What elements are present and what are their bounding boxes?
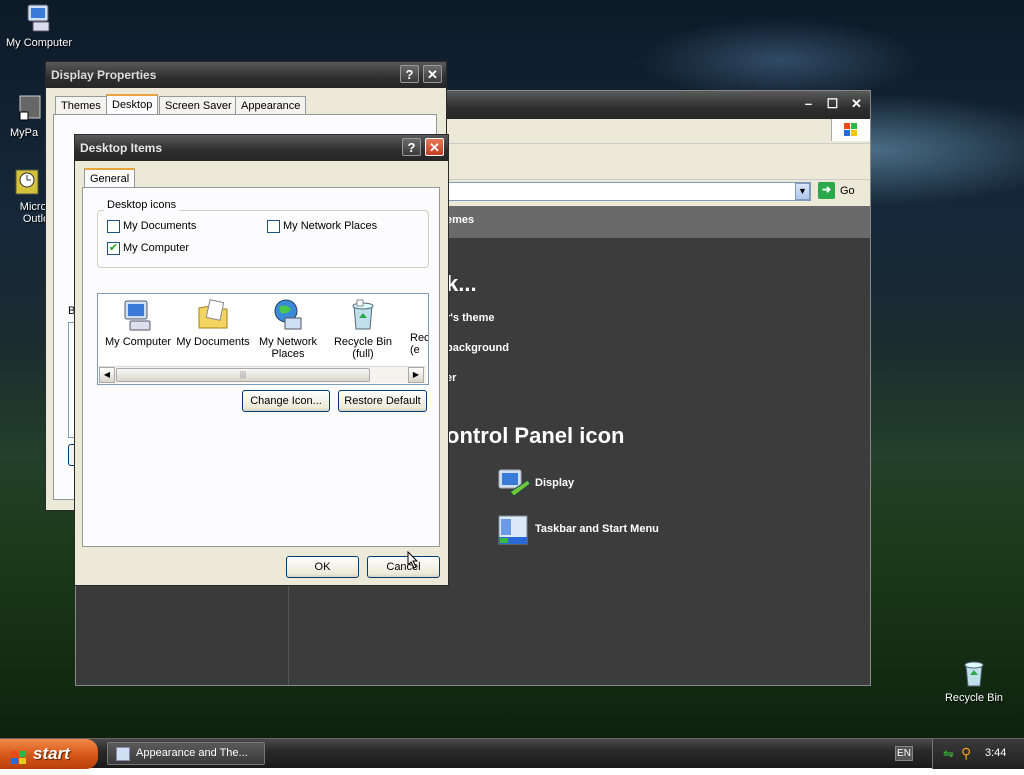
ok-button[interactable]: OK (286, 556, 359, 578)
desktop-icons-group-label: Desktop icons (104, 199, 180, 211)
horizontal-scrollbar[interactable]: ◀ ||| ▶ (98, 366, 426, 383)
search-tray-icon[interactable]: ⚲ (961, 746, 975, 760)
system-tray: ⇋ ⚲ 3:44 (932, 739, 1024, 769)
desktop: My Computer MyPa Micros Outlo Recycle Bi… (0, 0, 1024, 738)
desktop-icon-my-computer[interactable]: My Computer (0, 2, 79, 49)
close-button[interactable]: ✕ (423, 65, 442, 83)
my-documents-icon (196, 298, 230, 332)
language-indicator[interactable]: EN (895, 746, 913, 761)
list-item[interactable]: My Documents (175, 298, 251, 348)
my-documents-checkbox-label[interactable]: My Documents (123, 220, 196, 232)
recycle-bin-empty-icon (400, 298, 428, 332)
scroll-left-button[interactable]: ◀ (99, 367, 115, 383)
list-item[interactable]: Recycle Bin (full) (325, 298, 401, 360)
list-item[interactable]: Rec (e (400, 298, 428, 356)
go-button[interactable]: ➜ Go (818, 182, 866, 201)
taskbar: start Appearance and The... EN ⇋ ⚲ 3:44 (0, 738, 1024, 769)
tab-appearance[interactable]: Appearance (235, 96, 307, 114)
icon-list[interactable]: My Computer My Documents My Network Plac… (97, 293, 429, 385)
desktop-icons-group (97, 210, 429, 268)
display-properties-titlebar[interactable]: Display Properties (46, 62, 446, 88)
close-button[interactable]: ✕ (847, 95, 866, 113)
minimize-button[interactable]: – (799, 95, 818, 113)
checkmark-icon: ✔ (108, 242, 119, 254)
help-button[interactable]: ? (402, 138, 421, 156)
cancel-button[interactable]: Cancel (367, 556, 440, 578)
task-link-background[interactable]: background (446, 342, 509, 354)
help-button[interactable]: ? (400, 65, 419, 83)
recycle-bin-icon (958, 657, 990, 689)
taskbar-item-appearance[interactable]: Appearance and The... (107, 742, 265, 765)
taskbar-start-menu-link[interactable]: Taskbar and Start Menu (535, 523, 659, 535)
list-item[interactable]: My Network Places (250, 298, 326, 360)
my-documents-checkbox[interactable] (107, 220, 120, 233)
tab-general[interactable]: General (84, 168, 136, 188)
scroll-thumb[interactable]: ||| (116, 368, 370, 382)
start-button[interactable]: start (0, 739, 98, 769)
restore-default-button[interactable]: Restore Default (338, 390, 427, 412)
category-themes-label: emes (446, 214, 475, 226)
recycle-bin-full-icon (346, 298, 380, 332)
close-button[interactable]: ✕ (425, 138, 444, 156)
control-panel-icon (116, 747, 130, 761)
address-input[interactable] (446, 182, 811, 201)
outlook-icon (12, 166, 44, 198)
my-computer-checkbox-label[interactable]: My Computer (123, 242, 189, 254)
my-computer-icon (121, 298, 155, 332)
tab-themes[interactable]: Themes (55, 96, 107, 114)
scroll-right-button[interactable]: ▶ (408, 367, 424, 383)
network-places-icon (271, 298, 305, 332)
my-computer-icon (23, 2, 55, 34)
desktop-icon-recycle-bin[interactable]: Recycle Bin (934, 657, 1014, 704)
taskbar-icon[interactable] (496, 513, 532, 549)
list-item[interactable]: My Computer (100, 298, 176, 348)
pick-icon-heading: ontrol Panel icon (446, 423, 625, 448)
tab-desktop[interactable]: Desktop (106, 94, 159, 114)
pick-task-heading: k... (446, 271, 477, 296)
display-icon[interactable] (496, 466, 532, 502)
display-link[interactable]: Display (535, 477, 574, 489)
shortcut-icon (14, 92, 46, 124)
my-network-places-checkbox[interactable] (267, 220, 280, 233)
desktop-items-dialog[interactable]: Desktop Items ? ✕ General Desktop icons … (74, 134, 449, 586)
my-network-places-checkbox-label[interactable]: My Network Places (283, 220, 377, 232)
clock[interactable]: 3:44 (985, 747, 1006, 759)
desktop-items-titlebar[interactable]: Desktop Items (75, 135, 448, 161)
task-link-theme[interactable]: r's theme (446, 312, 494, 324)
windows-logo-icon (831, 119, 870, 141)
my-computer-checkbox[interactable]: ✔ (107, 242, 120, 255)
mouse-cursor-icon (407, 550, 419, 569)
address-dropdown-button[interactable]: ▼ (795, 183, 810, 200)
windows-flag-icon (10, 746, 28, 764)
change-icon-button[interactable]: Change Icon... (242, 390, 330, 412)
tab-screen-saver[interactable]: Screen Saver (159, 96, 238, 114)
network-tray-icon[interactable]: ⇋ (943, 747, 957, 761)
go-arrow-icon: ➜ (818, 182, 835, 199)
maximize-button[interactable]: ☐ (823, 95, 842, 113)
